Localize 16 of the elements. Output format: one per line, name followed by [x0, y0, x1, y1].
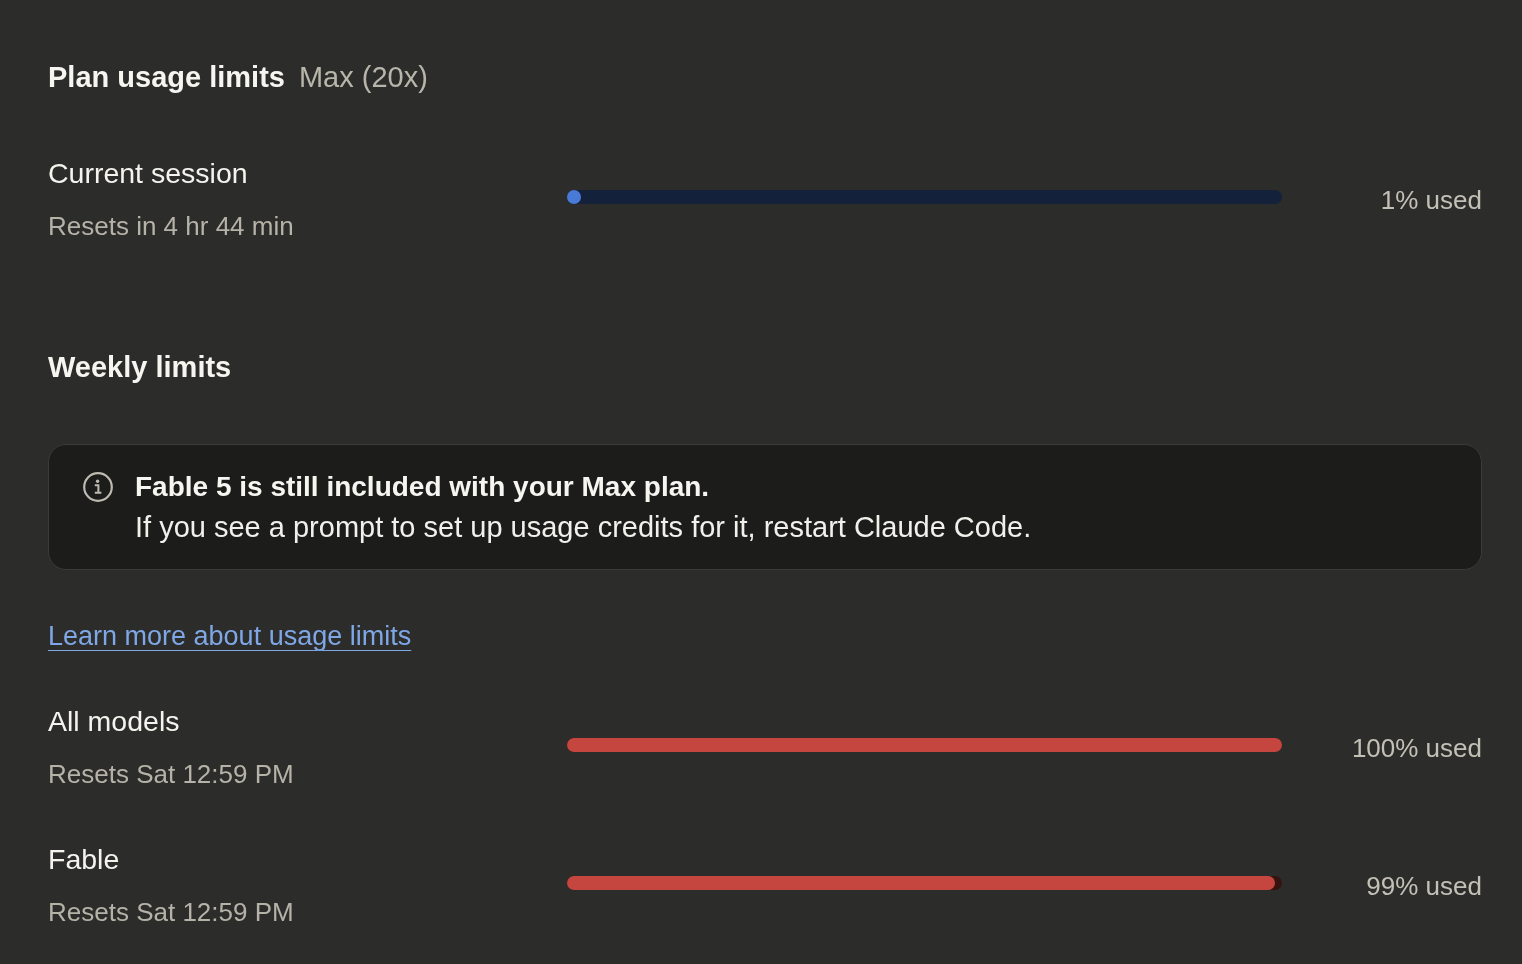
- learn-more-link[interactable]: Learn more about usage limits: [48, 621, 412, 651]
- limit-name: All models: [48, 704, 180, 738]
- limit-name: Current session: [48, 156, 248, 190]
- reset-time: Resets Sat 12:59 PM: [48, 758, 294, 791]
- usage-percent: 99% used: [1366, 869, 1482, 903]
- reset-time: Resets in 4 hr 44 min: [48, 210, 294, 243]
- notice-text: If you see a prompt to set up usage credits for it, restart Claude Code.: [135, 510, 1032, 545]
- usage-percent: 100% used: [1351, 731, 1482, 765]
- info-icon: [83, 472, 113, 502]
- section-title: Weekly limits: [48, 350, 232, 384]
- plan-name: Max (20x): [298, 60, 428, 94]
- reset-time: Resets Sat 12:59 PM: [48, 896, 294, 929]
- section-title: Plan usage limits: [48, 60, 285, 94]
- usage-percent: 1% used: [1380, 183, 1482, 217]
- notice-title: Fable 5 is still included with your Max plan.: [135, 470, 710, 504]
- limit-name: Fable: [48, 842, 120, 876]
